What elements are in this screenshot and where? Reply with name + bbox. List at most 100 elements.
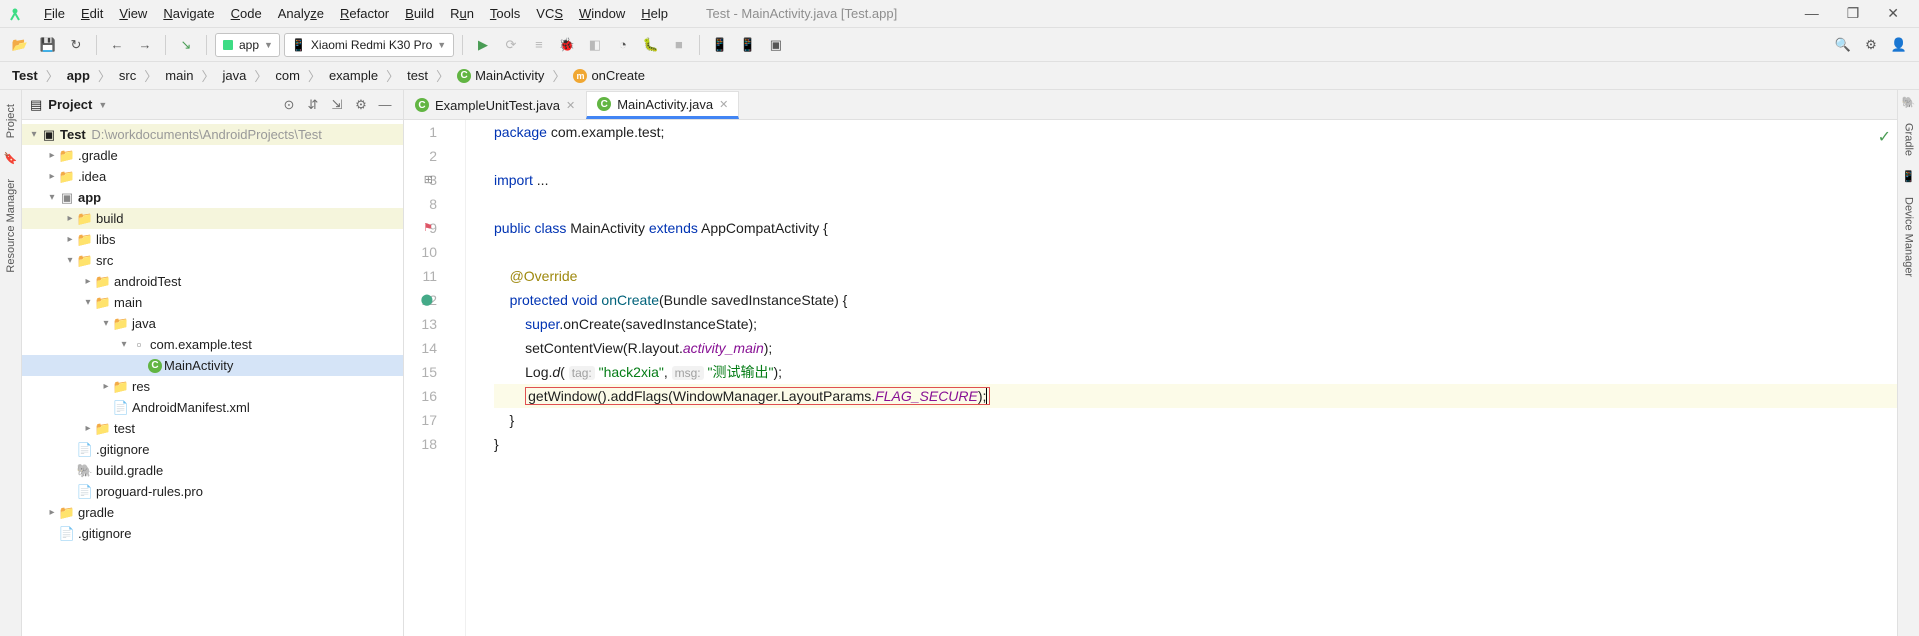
close-icon[interactable]: ✕ (566, 99, 575, 112)
search-button[interactable]: 🔍 (1831, 33, 1855, 57)
sdk-button[interactable]: 📱 (736, 33, 760, 57)
back-button[interactable]: ← (105, 33, 129, 57)
tree-row[interactable]: 📄.gitignore (22, 523, 403, 544)
editor-tabs: C ExampleUnitTest.java ✕ C MainActivity.… (404, 90, 1897, 120)
debug-button[interactable]: 🐞 (555, 33, 579, 57)
folder-icon: 📁 (58, 169, 76, 185)
tree-row[interactable]: 📄AndroidManifest.xml (22, 397, 403, 418)
folder-icon: 📁 (94, 421, 112, 437)
save-button[interactable]: 💾 (36, 33, 60, 57)
build-button[interactable]: ↘ (174, 33, 198, 57)
inspections-ok-icon[interactable]: ✓ (1878, 126, 1891, 150)
code-body[interactable]: ✓ package com.example.test; import ... p… (466, 120, 1897, 636)
window-title: Test - MainActivity.java [Test.app] (706, 6, 897, 21)
tree-row[interactable]: CMainActivity (22, 355, 403, 376)
rerun-button[interactable]: ⟳ (499, 33, 523, 57)
menu-file[interactable]: File (36, 6, 73, 21)
run-button[interactable]: ▶ (471, 33, 495, 57)
tree-row[interactable]: ▾📁src (22, 250, 403, 271)
code-area[interactable]: 1 2 3⊞ 8 9⚑ 10 11 12⬤ 13 14 15 16 17 18 … (404, 120, 1897, 636)
module-selector[interactable]: app ▼ (215, 33, 280, 57)
hide-icon[interactable]: — (375, 97, 395, 113)
open-button[interactable]: 📂 (8, 33, 32, 57)
avd-button[interactable]: 📱 (708, 33, 732, 57)
bc-item[interactable]: Test (8, 68, 42, 83)
project-header-icon: ▤ (30, 97, 42, 113)
stop-button[interactable]: ■ (667, 33, 691, 57)
tab-main-activity[interactable]: C MainActivity.java ✕ (586, 91, 739, 119)
bc-item[interactable]: example (325, 68, 382, 83)
bc-item[interactable]: test (403, 68, 432, 83)
tree-row[interactable]: ▸📁libs (22, 229, 403, 250)
tree-row[interactable]: ▾▣app (22, 187, 403, 208)
android-studio-logo-icon (6, 5, 24, 23)
bc-item[interactable]: java (218, 68, 250, 83)
bc-item[interactable]: src (115, 68, 140, 83)
chevron-down-icon[interactable]: ▼ (98, 100, 107, 110)
coverage-button[interactable]: ◧ (583, 33, 607, 57)
menu-view[interactable]: View (111, 6, 155, 21)
menu-run[interactable]: Run (442, 6, 482, 21)
instant-run-button[interactable]: ≡ (527, 33, 551, 57)
expand-all-icon[interactable]: ⇵ (303, 97, 323, 113)
device-manager-tab[interactable]: Device Manager (1903, 189, 1915, 285)
collapse-all-icon[interactable]: ⇲ (327, 97, 347, 113)
menu-window[interactable]: Window (571, 6, 633, 21)
menu-vcs[interactable]: VCS (528, 6, 571, 21)
bc-item[interactable]: main (161, 68, 197, 83)
project-header-title[interactable]: Project (48, 97, 92, 112)
show-options-icon[interactable]: ⚙ (351, 97, 371, 113)
settings-button[interactable]: ⚙ (1859, 33, 1883, 57)
forward-button[interactable]: → (133, 33, 157, 57)
menu-analyze[interactable]: Analyze (270, 6, 332, 21)
gradle-icon[interactable]: 🐘 (1902, 96, 1916, 109)
close-icon[interactable]: ✕ (719, 98, 728, 111)
tree-row[interactable]: ▸📁androidTest (22, 271, 403, 292)
bc-item[interactable]: app (63, 68, 94, 83)
project-tree[interactable]: ▾▣ Test D:\workdocuments\AndroidProjects… (22, 120, 403, 636)
tree-row[interactable]: ▾📁java (22, 313, 403, 334)
close-icon[interactable]: ✕ (1887, 5, 1899, 22)
tree-row[interactable]: ▸📁test (22, 418, 403, 439)
tree-row[interactable]: ▸📁.gradle (22, 145, 403, 166)
attach-debugger-button[interactable]: 🐛 (639, 33, 663, 57)
tree-row[interactable]: ▾📁main (22, 292, 403, 313)
tree-row[interactable]: 🐘build.gradle (22, 460, 403, 481)
menu-refactor[interactable]: Refactor (332, 6, 397, 21)
sync-button[interactable]: ↻ (64, 33, 88, 57)
menu-help[interactable]: Help (633, 6, 676, 21)
menu-navigate[interactable]: Navigate (155, 6, 222, 21)
maximize-icon[interactable]: ❐ (1847, 5, 1860, 22)
bc-item[interactable]: monCreate (569, 68, 648, 83)
bc-item[interactable]: com (271, 68, 304, 83)
menu-tools[interactable]: Tools (482, 6, 528, 21)
tree-row[interactable]: 📄proguard-rules.pro (22, 481, 403, 502)
tree-row[interactable]: ▸📁build (22, 208, 403, 229)
left-tool-strip: Project 🔖 Resource Manager (0, 90, 22, 636)
tab-example-unit-test[interactable]: C ExampleUnitTest.java ✕ (404, 91, 586, 119)
bookmark-icon[interactable]: 🔖 (4, 152, 18, 165)
menu-build[interactable]: Build (397, 6, 442, 21)
tree-row[interactable]: ▸📁res (22, 376, 403, 397)
tree-row[interactable]: 📄.gitignore (22, 439, 403, 460)
menu-edit[interactable]: Edit (73, 6, 111, 21)
tree-row[interactable]: ▸📁gradle (22, 502, 403, 523)
class-icon: C (148, 359, 162, 373)
file-icon: 📄 (76, 442, 94, 458)
app-inspection-button[interactable]: ▣ (764, 33, 788, 57)
device-icon[interactable]: 📱 (1902, 170, 1916, 183)
tree-row[interactable]: ▸📁.idea (22, 166, 403, 187)
project-tool-tab[interactable]: Project (5, 96, 17, 146)
menu-bar: File Edit View Navigate Code Analyze Ref… (0, 0, 1919, 28)
resource-manager-tab[interactable]: Resource Manager (5, 171, 17, 281)
user-button[interactable]: 👤 (1887, 33, 1911, 57)
device-selector[interactable]: 📱 Xiaomi Redmi K30 Pro ▼ (284, 33, 454, 57)
gradle-tab[interactable]: Gradle (1903, 115, 1915, 164)
minimize-icon[interactable]: — (1805, 5, 1819, 22)
select-opened-file-icon[interactable]: ⊙ (279, 97, 299, 113)
menu-code[interactable]: Code (223, 6, 270, 21)
profile-button[interactable]: ◔ (611, 33, 635, 57)
tree-root[interactable]: ▾▣ Test D:\workdocuments\AndroidProjects… (22, 124, 403, 145)
bc-item[interactable]: CMainActivity (453, 68, 548, 83)
tree-row[interactable]: ▾▫com.example.test (22, 334, 403, 355)
